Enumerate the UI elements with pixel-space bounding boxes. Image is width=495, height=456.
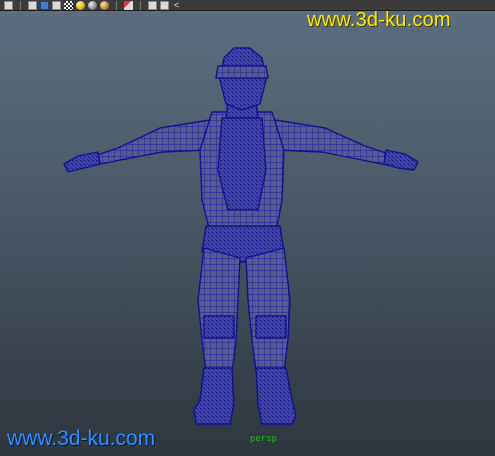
character-wireframe[interactable]: [0, 0, 495, 456]
left-hand-mesh: [63, 151, 101, 173]
left-boot-mesh: [193, 367, 235, 425]
watermark-top: www.3d-ku.com: [307, 9, 451, 31]
right-hand-mesh: [383, 149, 419, 171]
right-leg-mesh: [245, 247, 291, 373]
goggles-mesh: [215, 65, 269, 79]
left-leg-mesh: [197, 247, 241, 373]
right-knee-mesh: [255, 315, 287, 339]
right-boot-mesh: [255, 367, 297, 425]
camera-label: persp: [250, 434, 278, 444]
watermark-bottom: www.3d-ku.com: [7, 427, 156, 450]
harness-mesh: [217, 117, 267, 211]
head-mesh: [219, 47, 267, 111]
maya-viewport[interactable]: < www.3d-ku.com www.3d-ku.com persp: [0, 0, 495, 456]
left-knee-mesh: [203, 315, 235, 339]
